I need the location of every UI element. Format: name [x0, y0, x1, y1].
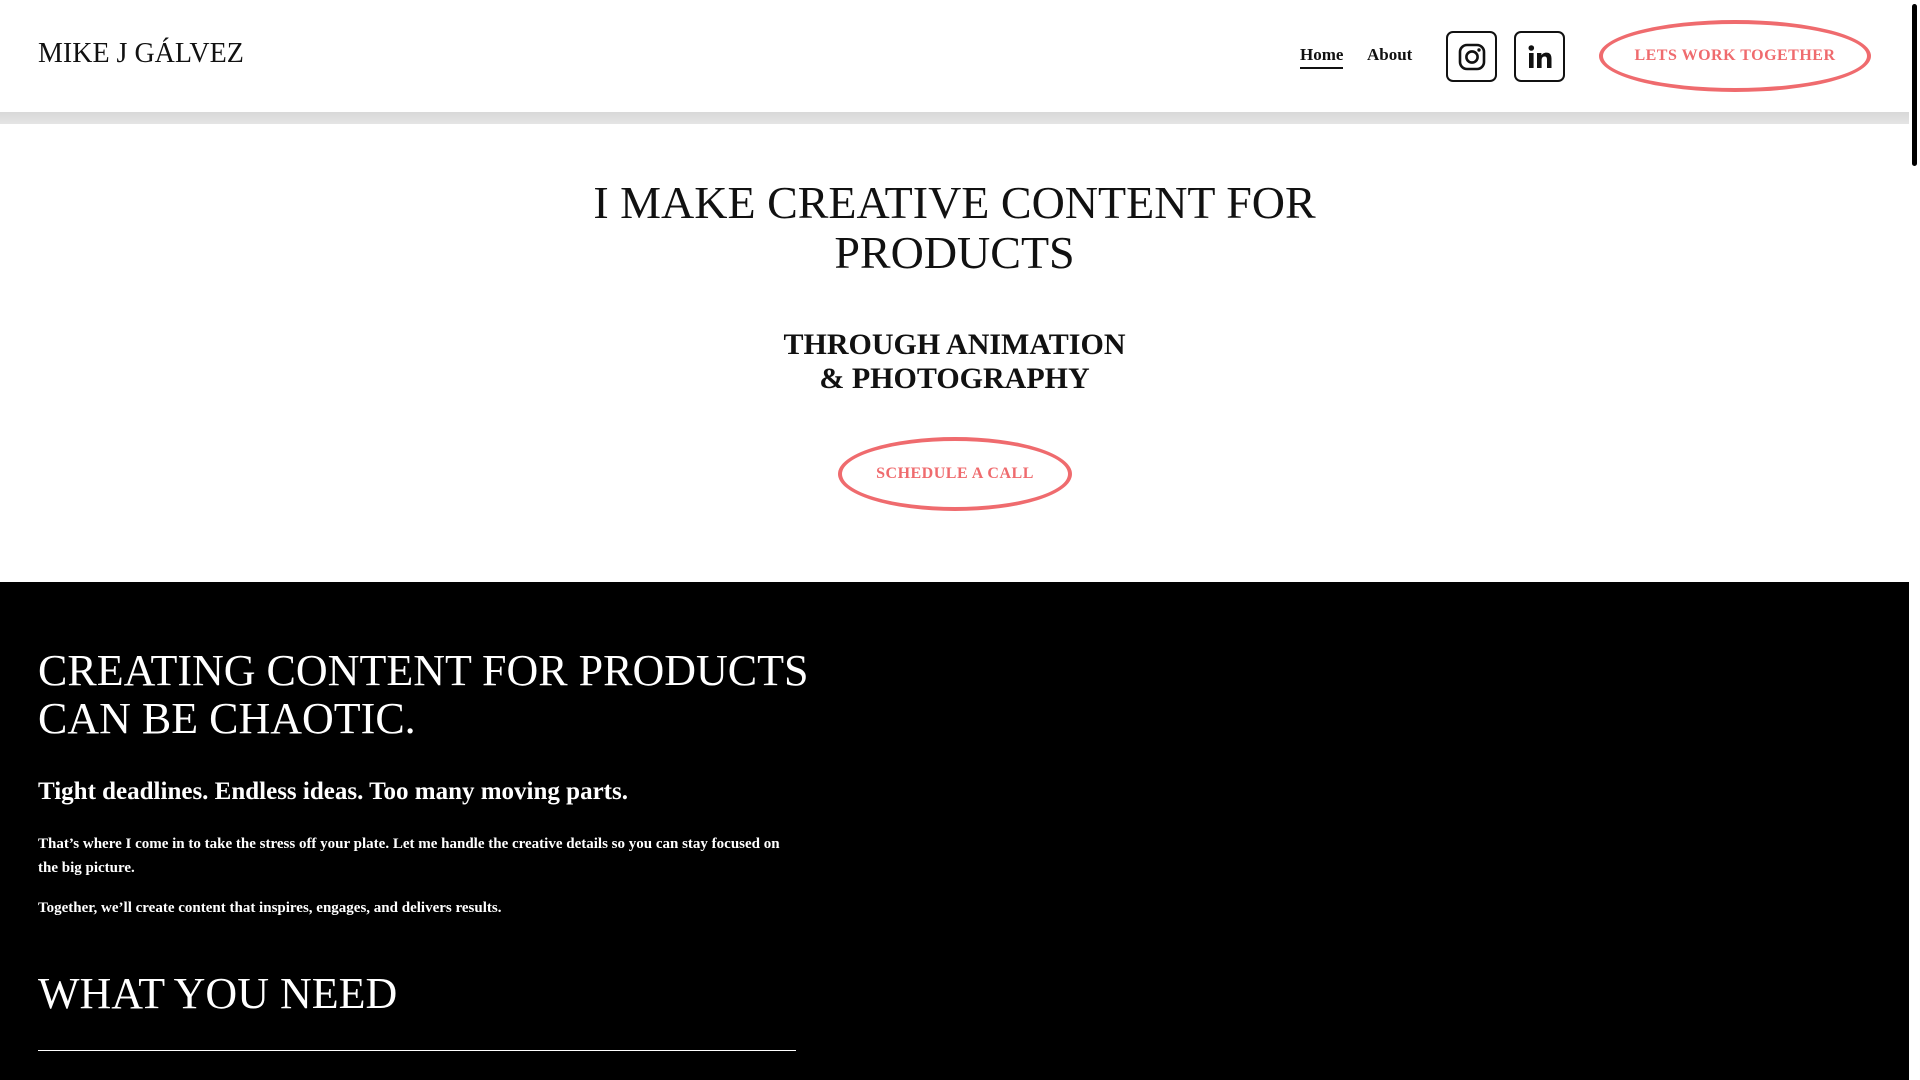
site-header: MIKE J GÁLVEZ Home About LETS WORK TOGET… — [0, 0, 1909, 112]
hero-subtitle-line: THROUGH ANIMATION — [783, 328, 1126, 361]
hero-title-line: PRODUCTS — [834, 227, 1075, 278]
section-lead: Tight deadlines. Endless ideas. Too many… — [38, 778, 628, 805]
instagram-link[interactable] — [1446, 31, 1497, 82]
hero-section: I MAKE CREATIVE CONTENT FOR PRODUCTS THR… — [0, 124, 1909, 582]
scrollbar-thumb[interactable] — [1912, 4, 1917, 166]
what-you-need-heading: WHAT YOU NEED — [38, 969, 398, 1018]
hero-subtitle-line: & PHOTOGRAPHY — [819, 362, 1090, 395]
linkedin-icon — [1528, 44, 1551, 68]
brand-logo-link[interactable]: MIKE J GÁLVEZ — [38, 38, 244, 70]
nav-link-about[interactable]: About — [1367, 45, 1412, 65]
instagram-icon — [1458, 43, 1485, 70]
section-paragraph: Together, we’ll create content that insp… — [38, 900, 502, 916]
schedule-call-button[interactable]: SCHEDULE A CALL — [838, 437, 1072, 511]
section-title-line: CAN BE CHAOTIC. — [38, 694, 416, 743]
lets-work-together-button[interactable]: LETS WORK TOGETHER — [1599, 20, 1871, 92]
nav-link-home[interactable]: Home — [1300, 45, 1344, 69]
section-paragraph: That’s where I come in to take the stres… — [38, 836, 780, 876]
hero-subtitle: THROUGH ANIMATION & PHOTOGRAPHY — [0, 328, 1909, 396]
header-divider — [0, 112, 1909, 124]
hero-title-line: I MAKE CREATIVE CONTENT FOR — [593, 177, 1316, 228]
page-scrollbar[interactable] — [1909, 0, 1920, 1080]
section-title: CREATING CONTENT FOR PRODUCTS CAN BE CHA… — [38, 647, 838, 743]
hero-title: I MAKE CREATIVE CONTENT FOR PRODUCTS — [0, 178, 1909, 278]
section-divider — [38, 1050, 796, 1051]
section-title-line: CREATING CONTENT FOR PRODUCTS — [38, 646, 809, 695]
chaos-section: CREATING CONTENT FOR PRODUCTS CAN BE CHA… — [0, 582, 1909, 1080]
linkedin-link[interactable] — [1514, 31, 1565, 82]
